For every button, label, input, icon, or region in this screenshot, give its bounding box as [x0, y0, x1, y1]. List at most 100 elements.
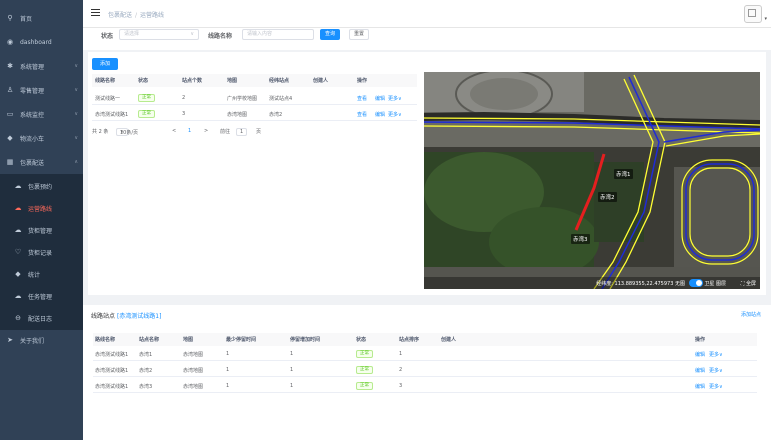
- stops-table: 路线名称 站点名称 地图 最少停留时间 停留增加时间 状态 站点排序 创建人 操…: [93, 333, 757, 397]
- car-icon: ◆: [15, 270, 21, 278]
- location-icon: ⚲: [7, 14, 13, 22]
- column-header: 创建人: [313, 78, 329, 84]
- min-stay-cell: 1: [226, 383, 230, 389]
- sidebar-subitem-task-management[interactable]: ☁ 任务管理: [0, 286, 83, 306]
- status-badge: 正常: [138, 110, 155, 118]
- route-name-input[interactable]: 请输入内容: [242, 29, 314, 40]
- view-link[interactable]: 查看: [357, 111, 367, 118]
- sidebar-item-label: 首页: [20, 15, 33, 23]
- chevron-up-icon: ∧: [74, 159, 78, 165]
- map-marker-label[interactable]: 赤湾3: [571, 234, 590, 244]
- map-marker-label[interactable]: 赤湾1: [614, 169, 633, 179]
- more-dropdown[interactable]: 更多∨: [388, 111, 402, 118]
- chevron-down-icon: ∨: [74, 87, 78, 93]
- next-page-button[interactable]: >: [204, 128, 208, 134]
- edit-link[interactable]: 编辑: [375, 111, 385, 118]
- log-icon: ⊖: [15, 314, 21, 322]
- pagination-total: 共 2 条: [92, 129, 109, 135]
- fullscreen-button[interactable]: ⛶ 全屏: [741, 280, 756, 287]
- map-cell: 赤湾地图: [183, 367, 204, 374]
- add-route-button[interactable]: 添加: [92, 58, 118, 70]
- sidebar-item-monitor[interactable]: ▭ 系统监控 ∨: [0, 104, 83, 124]
- status-badge: 正常: [138, 94, 155, 102]
- sidebar-item-parcel-delivery[interactable]: ▦ 包裹配送 ∧: [0, 152, 83, 172]
- sidebar-subitem-label: 统计: [28, 271, 41, 279]
- route-name-cell: 测试线路一: [95, 95, 121, 102]
- route-name-filter-label: 线路名称: [208, 33, 233, 40]
- column-header: 最少停留时间: [226, 337, 257, 343]
- prev-page-button[interactable]: <: [172, 128, 176, 134]
- satellite-map[interactable]: 赤湾1 赤湾2 赤湾3 经纬度: 113.889355,22.475973 无图…: [424, 72, 760, 289]
- sidebar-item-label: 系统监控: [20, 111, 45, 119]
- column-header: 站点个数: [182, 78, 203, 84]
- current-page[interactable]: 1: [188, 128, 191, 134]
- sidebar-item-label: 系统管理: [20, 63, 45, 71]
- pagination: 共 2 条 10条/页 ∨ < 1 > 前往 1 页: [92, 128, 292, 138]
- edit-link[interactable]: 编辑: [695, 383, 705, 390]
- stop-count-cell: 2: [182, 95, 186, 101]
- gear-icon: ✱: [7, 62, 13, 70]
- sidebar-subitem-label: 运营路线: [28, 205, 53, 213]
- table-row: 赤湾测试线路1 赤湾3 赤湾地图 1 1 正常 3 编辑 更多∨: [93, 380, 757, 393]
- grid-icon: ▦: [6, 158, 14, 166]
- add-stay-cell: 1: [290, 383, 294, 389]
- sidebar-item-logistics-car[interactable]: ◆ 物流小车 ∨: [0, 128, 83, 148]
- search-button[interactable]: 查询: [320, 29, 340, 40]
- status-badge: 正常: [356, 382, 373, 390]
- route-name-cell: 赤湾测试线路1: [95, 383, 129, 390]
- map-cell: 赤湾地图: [183, 383, 204, 390]
- reset-button[interactable]: 重置: [349, 29, 369, 40]
- sidebar-subitem-routes[interactable]: ☁ 运营路线: [0, 198, 83, 218]
- sidebar-subitem-delivery-log[interactable]: ⊖ 配送日志: [0, 308, 83, 328]
- sidebar-subitem-label: 货柜管理: [28, 227, 53, 235]
- map-marker-label[interactable]: 赤湾2: [598, 192, 617, 202]
- sidebar-item-system[interactable]: ✱ 系统管理 ∨: [0, 56, 83, 76]
- more-dropdown[interactable]: 更多∨: [709, 351, 723, 358]
- sidebar-item-home[interactable]: ⚲ 首页: [0, 8, 83, 28]
- caret-down-icon[interactable]: ▾: [764, 16, 767, 22]
- map-cell: 赤湾地图: [183, 351, 204, 358]
- page-size-value: 10条/页: [120, 130, 139, 136]
- avatar[interactable]: [744, 5, 762, 23]
- edit-link[interactable]: 编辑: [695, 367, 705, 374]
- section-title-route: [赤湾测试线路1]: [116, 313, 162, 320]
- add-stop-button[interactable]: 添加站点: [741, 311, 761, 318]
- goto-label: 前往: [220, 129, 231, 135]
- sidebar-item-retail[interactable]: ♙ 零售管理 ∨: [0, 80, 83, 100]
- sidebar-subitem-cabinet-management[interactable]: ☁ 货柜管理: [0, 220, 83, 240]
- chevron-down-icon: ∨: [74, 135, 78, 141]
- column-header: 操作: [695, 337, 706, 343]
- breadcrumb-item[interactable]: 包裹配送: [108, 12, 132, 19]
- status-select[interactable]: 请选择 ∨: [119, 29, 199, 40]
- column-header: 操作: [357, 78, 368, 84]
- view-link[interactable]: 查看: [357, 95, 367, 102]
- stop-cell: 测试站点4: [269, 95, 293, 102]
- hamburger-icon[interactable]: [91, 9, 100, 17]
- add-stay-cell: 1: [290, 351, 294, 357]
- route-stops-panel: 线路站点 [赤湾测试线路1] 添加站点 路线名称 站点名称 地图 最少停留时间 …: [83, 305, 771, 440]
- map-status-bar: 经纬度: 113.889355,22.475973 无图 卫星 图层 ⛶ 全屏: [424, 277, 760, 289]
- table-header: 路线名称 站点名称 地图 最少停留时间 停留增加时间 状态 站点排序 创建人 操…: [93, 333, 757, 346]
- sidebar-item-about[interactable]: ➤ 关于我们: [0, 330, 83, 350]
- sidebar-subitem-parcel-booking[interactable]: ☁ 包裹预约: [0, 176, 83, 196]
- sidebar-item-label: 物流小车: [20, 135, 45, 143]
- sidebar-subitem-statistics[interactable]: ◆ 统计: [0, 264, 83, 284]
- more-dropdown[interactable]: 更多∨: [709, 367, 723, 374]
- column-header: 路线名称: [95, 337, 116, 343]
- edit-link[interactable]: 编辑: [375, 95, 385, 102]
- map-coordinates: 经纬度: 113.889355,22.475973 无图: [596, 281, 685, 287]
- page-size-select[interactable]: 10条/页 ∨: [116, 128, 138, 136]
- heart-icon: ♡: [14, 248, 22, 256]
- satellite-toggle[interactable]: [689, 279, 703, 287]
- more-dropdown[interactable]: 更多∨: [709, 383, 723, 390]
- more-dropdown[interactable]: 更多∨: [388, 95, 402, 102]
- breadcrumb-item-current: 运营路线: [140, 12, 165, 19]
- edit-link[interactable]: 编辑: [695, 351, 705, 358]
- filter-bar: 状态 请选择 ∨ 线路名称 请输入内容 查询 重置: [83, 28, 771, 50]
- sidebar-item-dashboard[interactable]: ◉ dashboard: [0, 32, 83, 52]
- sidebar-item-label: 零售管理: [20, 87, 45, 95]
- sidebar-subitem-cabinet-records[interactable]: ♡ 货柜记录: [0, 242, 83, 262]
- goto-page-input[interactable]: 1: [236, 128, 248, 136]
- column-header: 地图: [227, 78, 238, 84]
- column-header: 创建人: [441, 337, 457, 343]
